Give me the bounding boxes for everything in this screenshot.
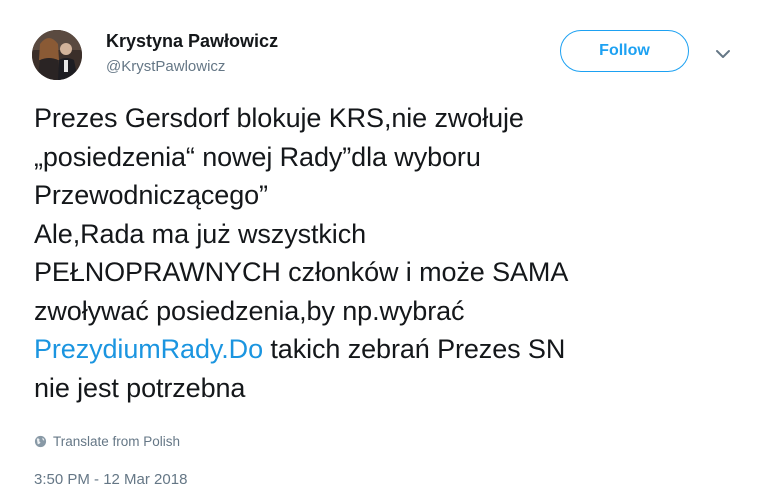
- tweet-link[interactable]: PrezydiumRady.Do: [34, 334, 263, 364]
- avatar-photo: [32, 30, 82, 80]
- tweet-line: Prezes Gersdorf blokuje KRS,nie zwołuje: [34, 103, 524, 133]
- tweet-line: „posiedzenia“ nowej Rady”dla wyboru: [34, 141, 481, 172]
- tweet-line: Ale,Rada ma już wszystkich: [34, 218, 367, 249]
- tweet-line: nie jest potrzebna: [34, 372, 246, 403]
- author-handle[interactable]: @KrystPawlowicz: [106, 58, 225, 75]
- tweet-line-rest: takich zebrań Prezes SN: [262, 334, 566, 364]
- follow-button-label: Follow: [599, 42, 650, 59]
- follow-button[interactable]: Follow: [560, 30, 689, 72]
- globe-icon: [34, 435, 47, 448]
- translate-label: Translate from Polish: [53, 434, 181, 449]
- tweet-line: PrezydiumRady.Do takich zebrań Prezes SN: [34, 330, 734, 369]
- tweet-line: Przewodniczącego”: [34, 180, 268, 210]
- tweet-line: zwoływać posiedzenia,by np.wybrać: [34, 295, 465, 326]
- tweet-text: Prezes Gersdorf blokuje KRS,nie zwołuje …: [34, 99, 734, 407]
- author-name[interactable]: Krystyna Pawłowicz: [106, 31, 278, 52]
- chevron-down-icon[interactable]: [713, 44, 733, 64]
- tweet-timestamp[interactable]: 3:50 PM - 12 Mar 2018: [34, 471, 187, 488]
- avatar[interactable]: [32, 30, 82, 80]
- tweet-line: PEŁNOPRAWNYCH członków i może SAMA: [34, 257, 569, 287]
- translate-link[interactable]: Translate from Polish: [34, 434, 180, 449]
